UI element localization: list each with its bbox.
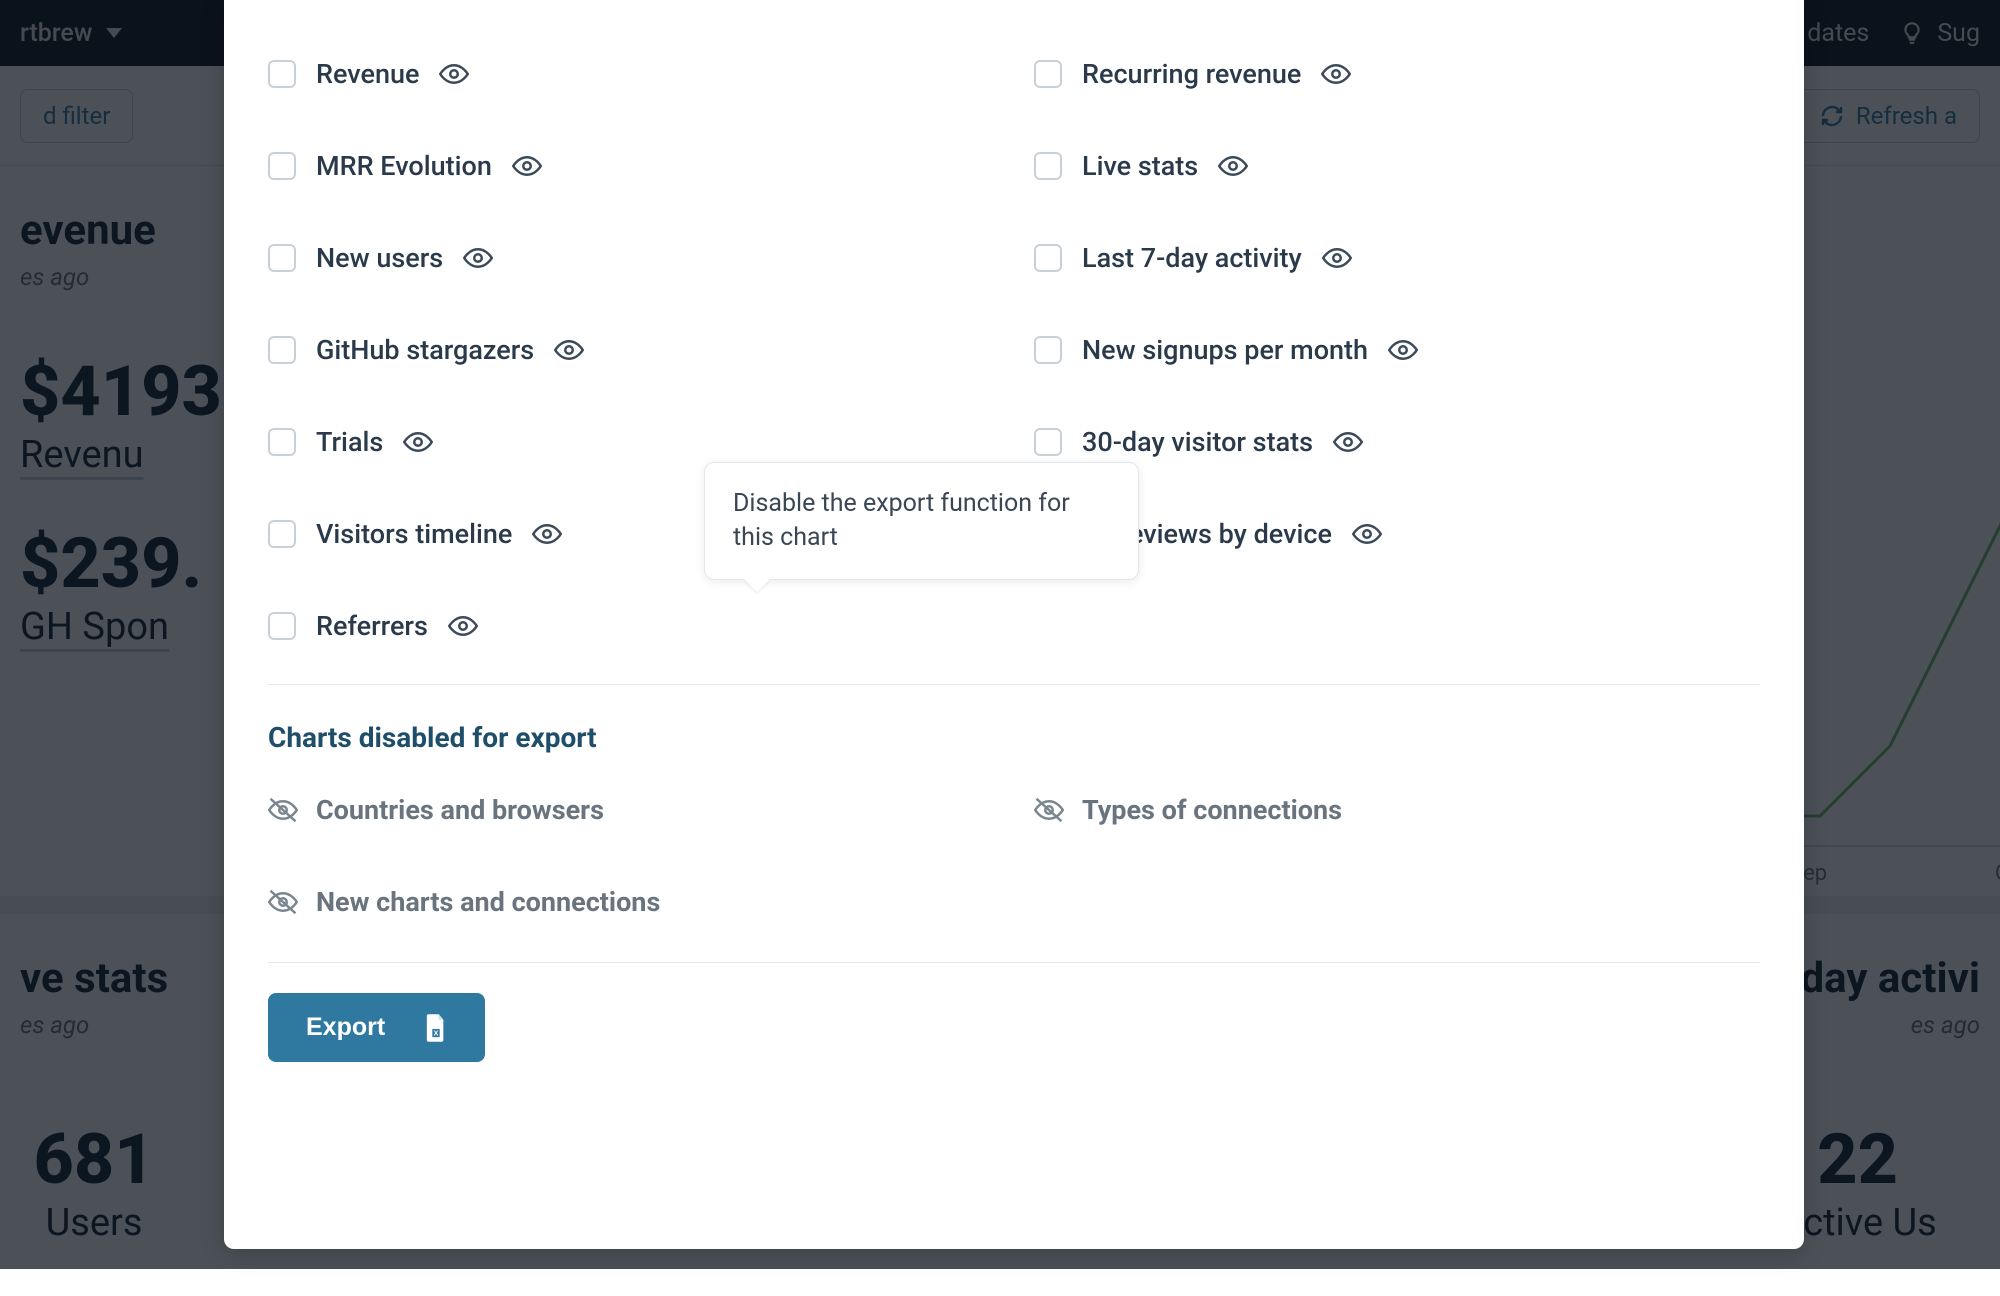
chart-label: MRR Evolution [316, 150, 492, 182]
svg-text:X: X [434, 1028, 439, 1037]
eye-icon[interactable] [1321, 59, 1351, 89]
chart-label: New signups per month [1082, 334, 1368, 366]
disabled-chart-list: Countries and browsers Types of connectio… [268, 794, 1760, 918]
chart-checkbox[interactable] [1034, 152, 1062, 180]
export-modal: Revenue Recurring revenue MRR Evolution Liv… [224, 0, 1804, 1249]
eye-icon[interactable] [448, 611, 478, 641]
export-button-label: Export [306, 1013, 385, 1042]
chart-checkbox[interactable] [268, 152, 296, 180]
chart-export-item: New signups per month [1034, 334, 1760, 366]
eye-icon[interactable] [1352, 519, 1382, 549]
chart-export-item: Pageviews by device [1034, 518, 1760, 550]
chart-label: Revenue [316, 58, 419, 90]
disabled-chart-label: Countries and browsers [316, 794, 604, 826]
chart-label: Last 7-day activity [1082, 242, 1302, 274]
disabled-chart-item: Countries and browsers [268, 794, 994, 826]
chart-export-item: Referrers [268, 610, 994, 642]
chart-label: Recurring revenue [1082, 58, 1301, 90]
chart-checkbox[interactable] [268, 612, 296, 640]
chart-checkbox[interactable] [268, 336, 296, 364]
chart-checkbox[interactable] [1034, 244, 1062, 272]
chart-label: 30-day visitor stats [1082, 426, 1313, 458]
eye-icon[interactable] [1388, 335, 1418, 365]
chart-checkbox[interactable] [1034, 60, 1062, 88]
disabled-section-title: Charts disabled for export [268, 721, 1760, 754]
eye-icon[interactable] [1218, 151, 1248, 181]
chart-checkbox[interactable] [1034, 428, 1062, 456]
disabled-chart-label: New charts and connections [316, 886, 660, 918]
eye-off-icon[interactable] [268, 795, 298, 825]
eye-icon[interactable] [512, 151, 542, 181]
chart-label: Live stats [1082, 150, 1198, 182]
disabled-chart-label: Types of connections [1082, 794, 1342, 826]
chart-checkbox[interactable] [268, 244, 296, 272]
chart-label: Trials [316, 426, 383, 458]
tooltip-text: Disable the export function for this cha… [733, 489, 1070, 552]
chart-export-item: 30-day visitor stats [1034, 426, 1760, 458]
chart-label: GitHub stargazers [316, 334, 534, 366]
disabled-chart-item: Types of connections [1034, 794, 1760, 826]
divider-2 [268, 962, 1760, 963]
chart-label: New users [316, 242, 443, 274]
file-export-icon: X [425, 1014, 447, 1042]
export-button[interactable]: Export X [268, 993, 485, 1062]
chart-label: Referrers [316, 610, 428, 642]
eye-icon[interactable] [439, 59, 469, 89]
tooltip: Disable the export function for this cha… [704, 462, 1139, 580]
eye-icon[interactable] [403, 427, 433, 457]
eye-icon[interactable] [463, 243, 493, 273]
eye-off-icon[interactable] [1034, 795, 1064, 825]
eye-off-icon[interactable] [268, 887, 298, 917]
chart-export-item: Trials [268, 426, 994, 458]
chart-export-item: MRR Evolution [268, 150, 994, 182]
eye-icon[interactable] [1322, 243, 1352, 273]
chart-checkbox[interactable] [268, 60, 296, 88]
eye-icon[interactable] [532, 519, 562, 549]
chart-label: Visitors timeline [316, 518, 512, 550]
chart-export-item: Recurring revenue [1034, 58, 1760, 90]
eye-icon[interactable] [1333, 427, 1363, 457]
chart-checkbox[interactable] [1034, 336, 1062, 364]
chart-export-item: Live stats [1034, 150, 1760, 182]
chart-export-item: Revenue [268, 58, 994, 90]
eye-icon[interactable] [554, 335, 584, 365]
disabled-chart-item: New charts and connections [268, 886, 994, 918]
chart-export-item: New users [268, 242, 994, 274]
chart-checkbox[interactable] [268, 428, 296, 456]
chart-export-item: Last 7-day activity [1034, 242, 1760, 274]
chart-export-item: GitHub stargazers [268, 334, 994, 366]
chart-checkbox[interactable] [268, 520, 296, 548]
divider [268, 684, 1760, 685]
